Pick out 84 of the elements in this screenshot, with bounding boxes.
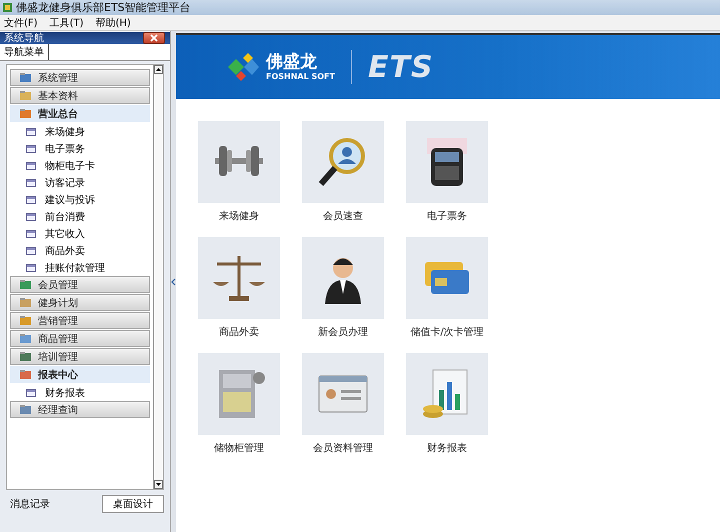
- folder-icon: [19, 315, 32, 326]
- logo-icon: [226, 50, 260, 84]
- tile-label: 新会员办理: [318, 326, 368, 339]
- brand-name: 佛盛龙: [266, 53, 318, 72]
- tile-label: 储物柜管理: [214, 442, 264, 455]
- item-label: 前台消费: [45, 210, 85, 224]
- tree-item[interactable]: 物柜电子卡: [10, 157, 150, 174]
- close-icon: [150, 34, 158, 42]
- window-icon: [26, 196, 36, 204]
- tree-item[interactable]: 挂账付款管理: [10, 259, 150, 276]
- item-label: 访客记录: [45, 176, 85, 190]
- menu-item[interactable]: 帮助(H): [95, 16, 131, 30]
- tree-section[interactable]: 营业总台: [10, 105, 150, 122]
- module-tile[interactable]: [198, 237, 280, 319]
- item-label: 建议与投诉: [45, 194, 95, 206]
- tree-item[interactable]: 来场健身: [10, 123, 150, 140]
- close-button[interactable]: [143, 32, 165, 44]
- window-icon: [26, 212, 36, 220]
- tree-item[interactable]: 建议与投诉: [10, 191, 150, 208]
- tile-label: 财务报表: [427, 442, 467, 455]
- folder-icon: [19, 351, 32, 362]
- module-tile[interactable]: [406, 353, 488, 435]
- tile-label: 储值卡/次卡管理: [410, 326, 484, 339]
- module-tile[interactable]: [302, 237, 384, 319]
- module-tile[interactable]: [406, 121, 488, 203]
- item-label: 财务报表: [45, 386, 85, 400]
- item-label: 电子票务: [45, 142, 85, 156]
- scroll-down-icon[interactable]: [154, 480, 163, 489]
- brand-subtitle: FOSHNAL SOFT: [266, 72, 335, 81]
- window-icon: [26, 178, 36, 186]
- tile-label: 电子票务: [427, 210, 467, 223]
- product-name: ETS: [368, 50, 434, 84]
- module-tile[interactable]: [302, 121, 384, 203]
- folder-icon: [19, 297, 32, 308]
- tab[interactable]: 桌面设计: [102, 495, 164, 513]
- tree-section[interactable]: 商品管理: [10, 330, 150, 347]
- tree-item[interactable]: 访客记录: [10, 174, 150, 191]
- window-icon: [26, 144, 36, 152]
- window-title: 佛盛龙健身俱乐部ETS智能管理平台: [16, 0, 191, 15]
- tile-label: 商品外卖: [219, 326, 259, 339]
- tile-label: 来场健身: [219, 210, 259, 223]
- item-label: 商品外卖: [45, 244, 85, 258]
- tab[interactable]: 消息记录: [0, 496, 60, 512]
- tree-section[interactable]: 会员管理: [10, 276, 150, 293]
- folder-icon: [19, 108, 32, 119]
- item-label: 挂账付款管理: [45, 262, 105, 274]
- folder-icon: [19, 369, 32, 380]
- window-icon: [26, 162, 36, 170]
- tree-item[interactable]: 其它收入: [10, 225, 150, 242]
- folder-icon: [19, 333, 32, 344]
- tree-item[interactable]: 电子票务: [10, 140, 150, 157]
- app-icon: [2, 2, 13, 13]
- tree-section[interactable]: 营销管理: [10, 312, 150, 329]
- module-tile[interactable]: [302, 353, 384, 435]
- item-label: 其它收入: [45, 228, 85, 240]
- window-icon: [26, 230, 36, 238]
- tree-section[interactable]: 经理查询: [10, 401, 150, 418]
- folder-icon: [19, 90, 32, 101]
- folder-icon: [19, 72, 32, 83]
- tile-label: 会员资料管理: [313, 442, 373, 455]
- window-icon: [26, 388, 36, 396]
- item-label: 物柜电子卡: [45, 160, 95, 172]
- tile-label: 会员速查: [323, 210, 363, 223]
- module-tile[interactable]: [198, 121, 280, 203]
- module-tile[interactable]: [406, 237, 488, 319]
- tree-item[interactable]: 前台消费: [10, 208, 150, 225]
- window-icon: [26, 246, 36, 254]
- menu-item[interactable]: 工具(T): [50, 16, 84, 30]
- tree-section[interactable]: 系统管理: [10, 69, 150, 86]
- window-icon: [26, 264, 36, 272]
- tree-section[interactable]: 报表中心: [10, 366, 150, 383]
- tree-section[interactable]: 基本资料: [10, 87, 150, 104]
- item-label: 来场健身: [45, 126, 85, 138]
- tree-section[interactable]: 健身计划: [10, 294, 150, 311]
- tree-section[interactable]: 培训管理: [10, 348, 150, 365]
- scroll-up-icon[interactable]: [154, 65, 163, 74]
- tree-item[interactable]: 商品外卖: [10, 242, 150, 259]
- folder-icon: [19, 404, 32, 415]
- module-tile[interactable]: [198, 353, 280, 435]
- folder-icon: [19, 279, 32, 290]
- window-icon: [26, 128, 36, 136]
- panel-title: 系统导航: [3, 32, 44, 45]
- tree-item[interactable]: 财务报表: [10, 384, 150, 401]
- menu-item[interactable]: 文件(F): [4, 16, 38, 30]
